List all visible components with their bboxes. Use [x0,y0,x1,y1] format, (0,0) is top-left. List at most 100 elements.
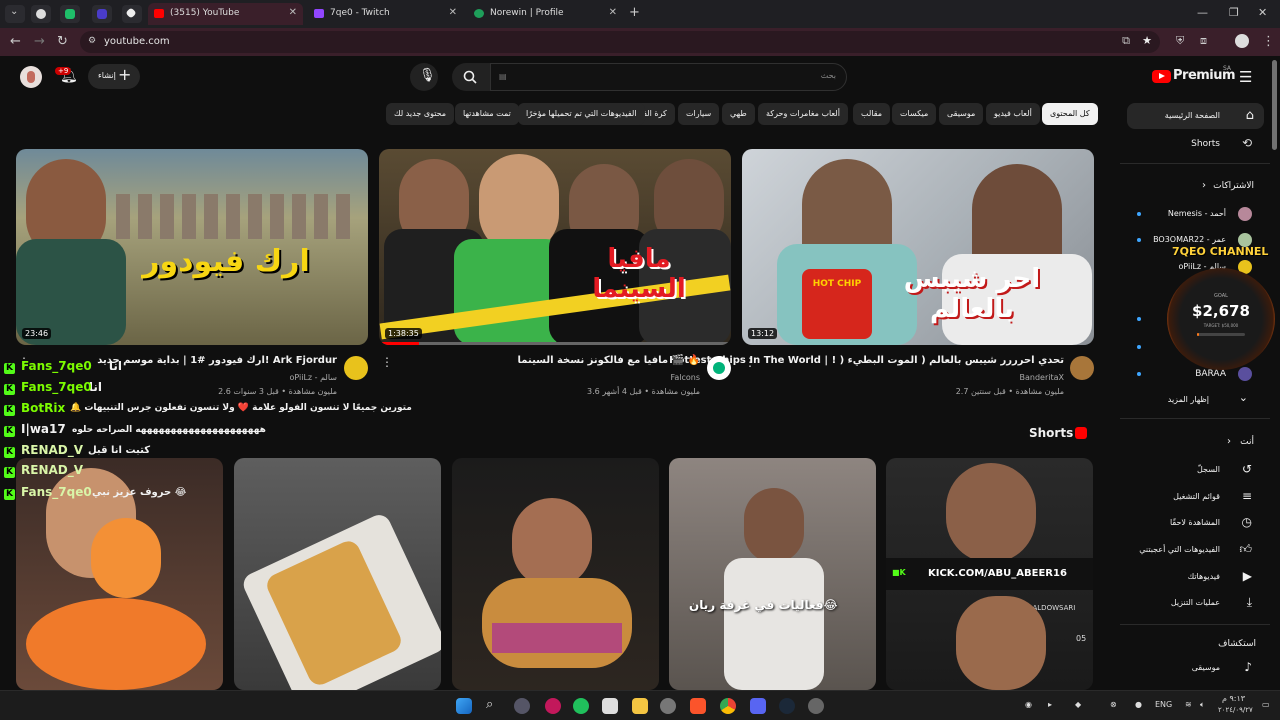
chip-gaming[interactable]: ألعاب فيديو [986,103,1040,125]
chip-cooking[interactable]: طهي [722,103,755,125]
app-icon[interactable] [545,698,561,714]
clock-time[interactable]: ٩:١٣ م [1222,694,1245,703]
tray-expand-icon[interactable]: ▸ [1048,700,1052,709]
chip-mixes[interactable]: ميكسات [892,103,937,125]
sidebar-item-liked[interactable]: الفيديوهات التي أعجبتني 👍︎ [1127,540,1264,560]
sidebar-item-watch-later[interactable]: المشاهدة لاحقًا ◷ [1127,513,1264,533]
reload-icon[interactable]: ↻ [57,34,68,49]
search-input[interactable]: ▤ بحث [490,63,847,91]
forward-icon[interactable]: → [34,34,45,49]
create-button[interactable]: إنشاء + [88,64,140,89]
new-tab-button[interactable]: + [629,5,640,20]
address-bar[interactable]: ⚙ youtube.com ⧉ ★ [80,31,1160,53]
sidebar-you-header[interactable]: أنت › [1127,434,1264,452]
video-thumbnail-hottest-chips[interactable]: HOT CHIP احر شيبس بالعالم 13:12 [742,149,1094,345]
short-card-5[interactable]: ■K KICK.COM/ABU_ABEER16 AHMAD ALDOWSARI … [886,458,1093,690]
pinned-tab-2[interactable] [60,5,80,23]
brave-browser-icon[interactable] [690,698,706,714]
channel-name[interactable]: BanderitaX [1020,373,1065,382]
sidebar-subscriptions-header[interactable]: الاشتراكات › [1127,178,1264,196]
clock-date[interactable]: ٢٠٢٤/٠٩/٢٧ [1218,706,1253,714]
sidebar-item-music[interactable]: موسيقى ♪ [1127,658,1264,678]
wifi-icon[interactable]: ≋ [1185,700,1192,709]
cast-icon[interactable]: ⧉ [1122,34,1130,48]
back-icon[interactable]: ← [10,34,21,49]
youtube-logo-icon[interactable] [1152,70,1171,83]
sidebar-show-more[interactable]: إظهار المزيد ⌄ [1127,391,1264,409]
sidebar-sub-nemesis[interactable]: Nemesis - أحمد [1127,205,1264,223]
voice-search-button[interactable]: 🎙︎ [410,63,438,91]
sidebar-item-downloads[interactable]: عمليات التنزيل ⤓ [1127,593,1264,613]
steam-icon[interactable] [779,698,795,714]
windows-start-icon[interactable] [456,698,472,714]
tray-icon[interactable]: ◉ [1025,700,1032,709]
restore-icon[interactable]: ❐ [1229,6,1239,19]
profile-avatar[interactable] [1235,34,1249,48]
user-avatar[interactable] [20,66,42,88]
channel-avatar[interactable] [707,356,731,380]
taskbar-search-icon[interactable]: ⌕ [486,697,493,712]
video-menu-icon[interactable]: ⋮ [381,355,393,369]
pinned-tab-4[interactable] [122,5,142,23]
sidebar-item-shorts[interactable]: Shorts ⟲ [1127,132,1264,156]
app-icon[interactable] [660,698,676,714]
tab-youtube[interactable]: (3515) YouTube ✕ [148,3,303,25]
tab-norewin[interactable]: Norewin | Profile ✕ [468,3,623,25]
close-tab-icon[interactable]: ✕ [289,7,297,18]
close-window-icon[interactable]: ✕ [1258,6,1267,19]
chip-pranks[interactable]: مقالب [853,103,891,125]
extensions-icon[interactable]: ⧈ [1200,34,1207,48]
tray-icon[interactable]: ◆ [1075,700,1081,709]
chrome-icon[interactable] [720,698,736,714]
app-icon[interactable] [573,698,589,714]
browser-menu-icon[interactable]: ⋮ [1262,34,1275,49]
pinned-tab-3[interactable] [92,5,112,23]
app-icon[interactable] [808,698,824,714]
volume-icon[interactable]: 🔈︎ [1200,700,1205,710]
close-tab-icon[interactable]: ✕ [609,7,617,18]
sidebar-item-home[interactable]: الصفحة الرئيسية ⌂ [1127,103,1264,129]
sidebar-item-your-videos[interactable]: فيديوهاتك ▶ [1127,567,1264,587]
video-title[interactable]: مافيا مع فالكونز نسخة السينما 🎬 🔥 [518,355,700,366]
video-thumbnail-ark[interactable]: ارك فيودور 23:46 [16,149,368,345]
chip-cars[interactable]: سيارات [678,103,720,125]
short-card-3[interactable] [452,458,659,690]
channel-avatar[interactable] [344,356,368,380]
chip-new-to-you[interactable]: محتوى جديد لك [386,103,455,125]
channel-avatar[interactable] [1070,356,1094,380]
video-thumbnail-mafia-cinema[interactable]: مافيا السينما 1:38:35 [379,149,731,345]
discord-icon[interactable] [750,698,766,714]
extension-shield-icon[interactable]: ⛨ [1176,34,1184,48]
tab-list-button[interactable]: ⌄ [5,5,25,23]
settings-gear-icon[interactable] [514,698,530,714]
chip-music[interactable]: موسيقى [939,103,984,125]
site-info-icon[interactable]: ⚙ [88,36,96,46]
video-title[interactable]: ارك فيودور #1 | بداية موسم جديد! Ark Fjo… [97,355,337,366]
tab-twitch[interactable]: 7qe0 - Twitch ✕ [308,3,463,25]
keyboard-icon[interactable]: ▤ [499,72,507,81]
tray-icon[interactable]: ● [1135,700,1142,709]
chip-recently-uploaded[interactable]: الفيديوهات التي تم تحميلها مؤخرًا [518,103,645,125]
short-card-2[interactable] [234,458,441,690]
keyboard-language[interactable]: ENG [1155,700,1172,709]
app-icon[interactable] [602,698,618,714]
sidebar-sub-baraa[interactable]: BARAA [1127,365,1264,383]
sidebar-item-playlists[interactable]: قوائم التشغيل ≡ [1127,487,1264,507]
page-scrollbar[interactable] [1272,60,1277,150]
search-button[interactable] [452,63,490,91]
channel-name[interactable]: oPiiLz - سالم [289,373,337,382]
hamburger-menu-icon[interactable]: ☰ [1239,68,1252,86]
video-menu-icon[interactable]: ⋮ [744,355,756,369]
short-card-4[interactable]: فعاليات في غرفة ريان😂 [669,458,876,690]
pinned-tab-1[interactable] [31,5,51,23]
chip-all[interactable]: كل المحتوى [1042,103,1098,125]
sidebar-item-history[interactable]: السجلّ ↺ [1127,460,1264,480]
notification-center-icon[interactable]: ▭ [1262,700,1270,709]
tray-icon[interactable]: ⊗ [1110,700,1117,709]
minimize-icon[interactable]: — [1197,6,1208,19]
file-explorer-icon[interactable] [632,698,648,714]
close-tab-icon[interactable]: ✕ [449,7,457,18]
channel-name[interactable]: Falcons [670,373,700,382]
chip-action-adventure[interactable]: ألعاب مغامرات وحركة [758,103,848,125]
bookmark-star-icon[interactable]: ★ [1142,34,1152,47]
